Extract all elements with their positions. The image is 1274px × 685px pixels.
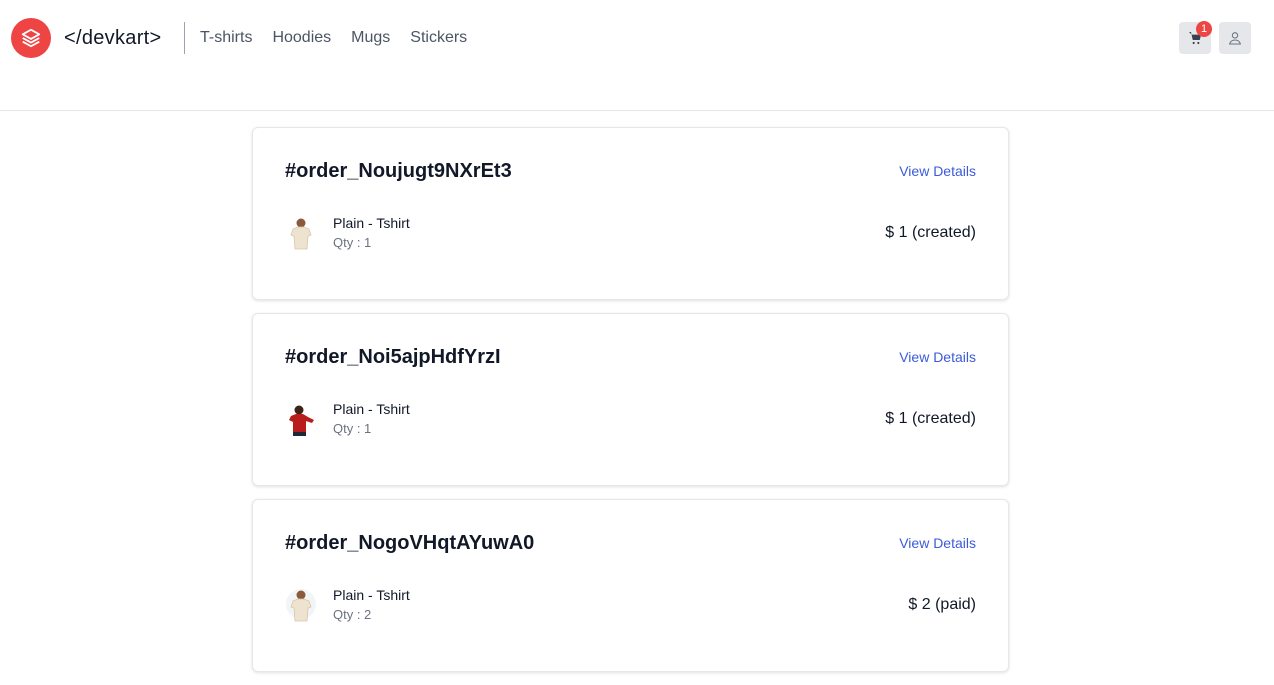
site-header: </devkart> T-shirts Hoodies Mugs Sticker… bbox=[0, 0, 1274, 111]
view-details-link[interactable]: View Details bbox=[899, 163, 976, 179]
product-name: Plain - Tshirt bbox=[333, 215, 410, 231]
user-icon bbox=[1228, 32, 1242, 45]
layers-icon[interactable] bbox=[11, 18, 51, 58]
order-card: #order_NogoVHqtAYuwA0 View Details Plain… bbox=[252, 499, 1009, 672]
order-price-status: $ 1 (created) bbox=[885, 410, 976, 427]
order-id: #order_Noi5ajpHdfYrzI bbox=[285, 346, 501, 368]
cart-button[interactable]: 1 bbox=[1179, 21, 1212, 54]
product-qty: Qty : 1 bbox=[333, 421, 372, 436]
product-thumbnail bbox=[285, 588, 317, 624]
nav-item-tshirts[interactable]: T-shirts bbox=[200, 29, 252, 47]
cart-count-badge: 1 bbox=[1196, 21, 1212, 37]
nav-item-mugs[interactable]: Mugs bbox=[351, 29, 390, 47]
product-thumbnail bbox=[285, 402, 317, 438]
user-button[interactable] bbox=[1219, 22, 1251, 54]
product-name: Plain - Tshirt bbox=[333, 401, 410, 417]
order-price-status: $ 1 (created) bbox=[885, 224, 976, 241]
order-price-status: $ 2 (paid) bbox=[908, 596, 976, 613]
nav-item-hoodies[interactable]: Hoodies bbox=[272, 29, 331, 47]
brand-name[interactable]: </devkart> bbox=[64, 27, 162, 50]
order-card: #order_Noujugt9NXrEt3 View Details Plain… bbox=[252, 127, 1009, 300]
orders-list: #order_Noujugt9NXrEt3 View Details Plain… bbox=[252, 127, 1009, 685]
product-thumbnail bbox=[285, 216, 317, 252]
product-qty: Qty : 1 bbox=[333, 235, 372, 250]
product-name: Plain - Tshirt bbox=[333, 587, 410, 603]
order-card: #order_Noi5ajpHdfYrzI View Details Plain… bbox=[252, 313, 1009, 486]
main-nav: T-shirts Hoodies Mugs Stickers bbox=[200, 29, 467, 47]
order-id: #order_Noujugt9NXrEt3 bbox=[285, 160, 512, 182]
header-divider bbox=[184, 22, 185, 54]
view-details-link[interactable]: View Details bbox=[899, 349, 976, 365]
view-details-link[interactable]: View Details bbox=[899, 535, 976, 551]
nav-item-stickers[interactable]: Stickers bbox=[410, 29, 467, 47]
product-qty: Qty : 2 bbox=[333, 607, 372, 622]
order-id: #order_NogoVHqtAYuwA0 bbox=[285, 532, 535, 554]
